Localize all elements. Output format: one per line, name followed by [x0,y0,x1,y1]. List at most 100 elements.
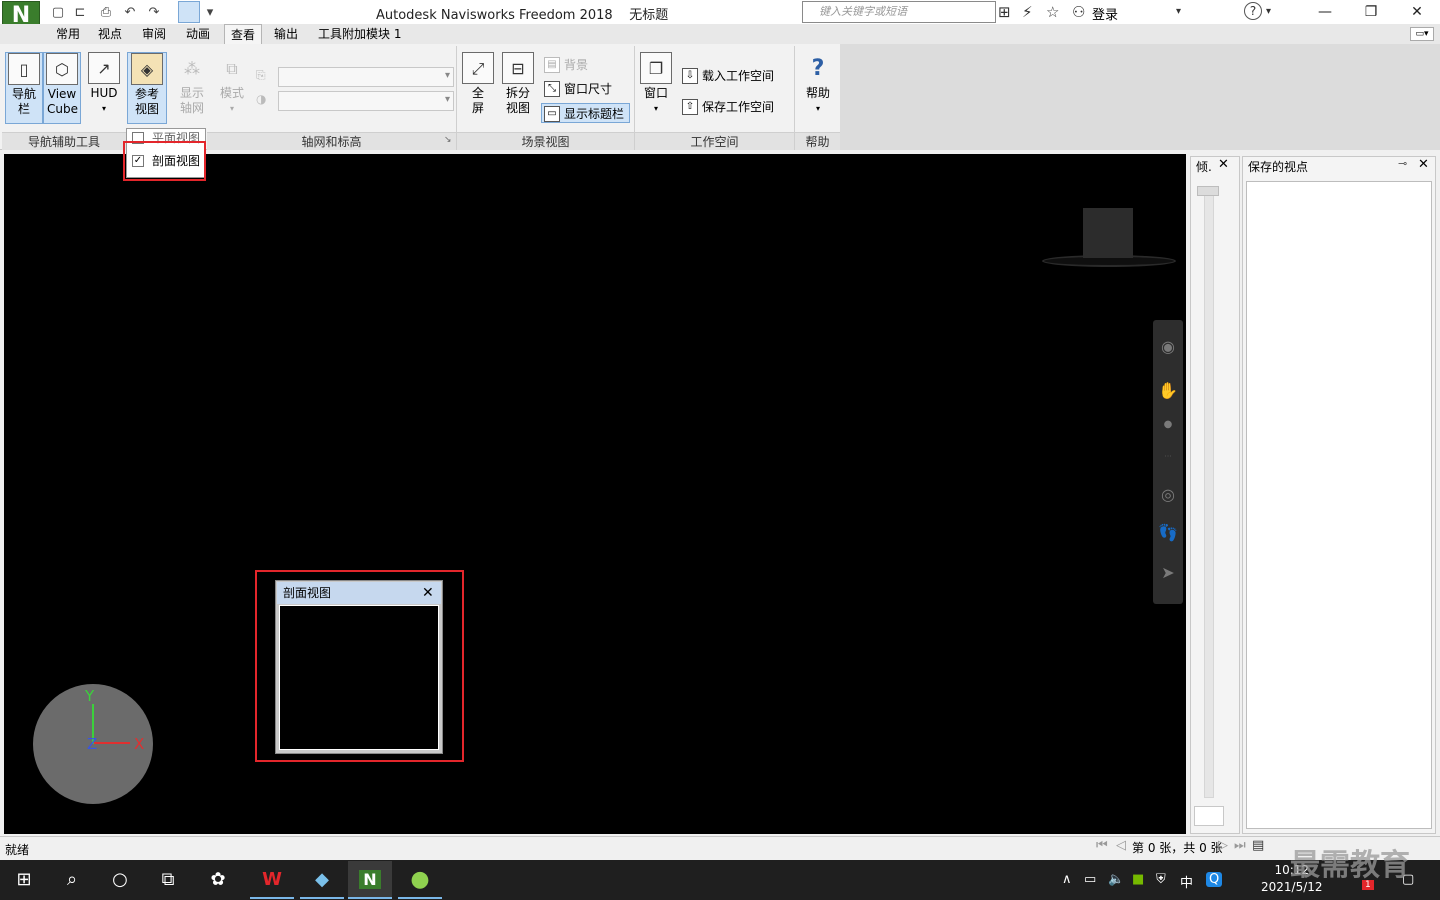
binoculars-icon[interactable]: ⊞ [998,3,1011,21]
tab-addins[interactable]: 工具附加模块 1 [312,24,407,44]
window-button[interactable]: ❐ 窗口 ▾ [638,52,674,124]
login-dropdown-icon[interactable]: ▾ [1176,6,1181,17]
favorites-star-icon[interactable]: ☆ [1046,3,1059,21]
menu-item-section-view[interactable]: ✓ 剖面视图 [132,151,200,171]
background-icon: ▤ [544,57,560,73]
saved-viewpoints-close-icon[interactable]: ✕ [1418,157,1429,172]
select-tool-icon[interactable] [178,1,200,23]
select-pointer-icon[interactable]: ➤ [1157,562,1179,584]
tab-view[interactable]: 查看 [224,24,263,44]
search-icon[interactable]: ⌕ [52,864,92,896]
pin-icon[interactable]: ⊸ [1398,157,1407,170]
nav-bar-icon: ▯ [8,53,40,85]
save-workspace-button[interactable]: ⇧ 保存工作空间 [680,97,790,117]
zoom-dot-icon[interactable]: ● [1157,414,1179,436]
save-workspace-icon: ⇧ [682,99,698,115]
restore-icon[interactable]: ❐ [1348,0,1394,24]
window-label: 窗口 [643,86,668,100]
sheet-browser-icon[interactable]: ▤ [1252,838,1264,853]
help-dropdown-icon[interactable]: ▾ [1266,6,1271,17]
help-question-icon: ? [811,55,825,81]
close-icon[interactable]: ✕ [1394,0,1440,24]
section-view-canvas[interactable] [279,605,439,750]
quick-access-dropdown-icon[interactable]: ▾ [200,2,220,22]
orbit-eye-icon[interactable]: ◎ [1157,484,1179,506]
section-view-title[interactable]: 剖面视图 [277,582,441,604]
panel-launcher-icon[interactable]: ↘ [444,135,452,145]
tab-review[interactable]: 审阅 [136,24,172,44]
help-button[interactable]: ? 帮助 ▾ [800,52,836,124]
qq-icon[interactable]: Q [1206,872,1223,887]
task-view-icon[interactable]: ⧉ [148,864,188,896]
grid-mode-combo[interactable] [278,91,454,111]
wps-app-icon[interactable]: W [250,861,294,899]
security-shield-icon[interactable]: ⛨ [1156,872,1166,887]
section-view-checkbox[interactable]: ✓ [132,155,144,167]
ribbon-minimize-icon[interactable]: ▭▾ [1410,27,1434,41]
search-input[interactable]: 键入关键字或短语 [802,1,996,23]
panel-label-scene-view: 场景视图 [457,132,634,150]
pinwheel-app-icon[interactable]: ✿ [198,864,238,896]
reference-view-button[interactable]: ◈ 参考视图 [127,52,167,124]
hud-button[interactable]: ↗ HUD ▾ [86,52,122,124]
volume-icon[interactable]: 🔈 [1108,872,1124,887]
notes-app-icon[interactable]: ◆ [300,861,344,899]
viewcube-button[interactable]: ⬡ View Cube [43,52,81,124]
steering-wheel-icon[interactable]: ◉ [1157,336,1179,358]
tray-expand-icon[interactable]: ∧ [1062,872,1072,887]
login-link[interactable]: 登录 [1092,4,1118,23]
undo-icon[interactable]: ↶ [120,2,140,22]
walk-footprints-icon[interactable]: 👣 [1157,522,1179,544]
section-view-close-icon[interactable]: ✕ [422,582,434,604]
prev-sheet-icon[interactable]: ◁ [1116,838,1126,853]
new-file-icon[interactable]: ▢ [48,2,68,22]
tab-home[interactable]: 常用 [50,24,86,44]
help-icon[interactable]: ? [1244,2,1262,20]
tab-output[interactable]: 输出 [268,24,304,44]
3d-viewport[interactable] [4,154,1186,834]
subscription-icon[interactable]: ⚡ [1022,3,1033,21]
show-grid-button[interactable]: ⁂ 显示轴网 [174,52,210,124]
tab-viewpoint[interactable]: 视点 [92,24,128,44]
load-workspace-icon: ⇩ [682,68,698,84]
print-icon[interactable]: ⎙ [96,2,116,22]
user-icon: ⚇ [1072,3,1086,21]
fullscreen-button[interactable]: ⤢ 全屏 [460,52,496,124]
first-sheet-icon[interactable]: ⏮ [1096,838,1108,853]
redo-icon[interactable]: ↷ [144,2,164,22]
tilt-slider-thumb[interactable] [1197,186,1219,196]
saved-viewpoints-list[interactable] [1246,181,1432,829]
window-size-icon: ⤡ [544,81,560,97]
melon-app-icon[interactable]: ● [398,861,442,899]
minimize-icon[interactable]: — [1302,0,1348,24]
nav-bar-button[interactable]: ▯ 导航栏 [5,52,43,124]
background-button[interactable]: ▤ 背景 [542,55,632,75]
show-titlebar-icon: ▭ [544,106,560,122]
reference-view-label: 参考视图 [135,87,160,116]
sheet-info: 第 0 张，共 0 张 [1132,841,1223,855]
grid-level-combo[interactable] [278,67,454,87]
navisworks-app-icon[interactable]: N [348,861,392,899]
ime-indicator[interactable]: 中 [1180,872,1193,891]
show-titlebar-button[interactable]: ▭ 显示标题栏 [541,103,630,123]
split-view-button[interactable]: ⊟ 拆分视图 [500,52,536,124]
show-titlebar-label: 显示标题栏 [564,107,625,121]
windows-start-icon[interactable]: ⊞ [4,864,44,896]
last-sheet-icon[interactable]: ⏭ [1234,838,1246,853]
tab-animation[interactable]: 动画 [180,24,216,44]
tilt-panel-title: 倾. [1196,160,1212,174]
window-size-button[interactable]: ⤡ 窗口尺寸 [542,79,632,99]
tilt-slider-track[interactable] [1204,186,1214,798]
tilt-value-box[interactable] [1194,806,1224,826]
x-axis-label: X [134,735,145,753]
load-workspace-button[interactable]: ⇩ 载入工作空间 [680,66,790,86]
pan-hand-icon[interactable]: ✋ [1157,380,1179,402]
next-sheet-icon[interactable]: ▷ [1218,838,1228,853]
cortana-icon[interactable]: ○ [100,864,140,896]
mode-button[interactable]: ⧉ 模式 ▾ [214,52,250,124]
network-icon[interactable]: ▭ [1084,872,1096,887]
nvidia-icon[interactable]: ■ [1132,872,1144,887]
viewcube-box[interactable] [1083,208,1133,258]
tilt-close-icon[interactable]: ✕ [1218,157,1229,172]
open-folder-icon[interactable]: ⊏ [70,2,90,22]
